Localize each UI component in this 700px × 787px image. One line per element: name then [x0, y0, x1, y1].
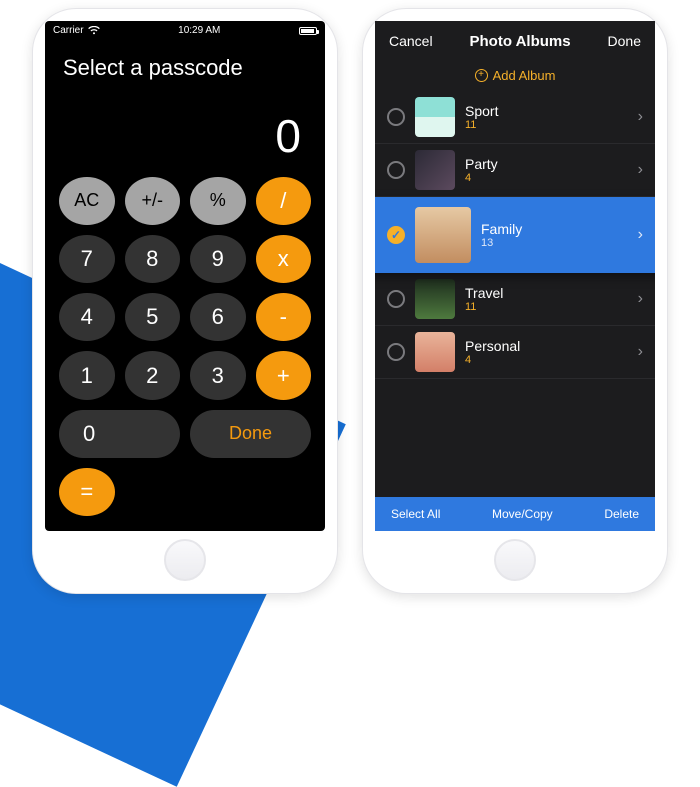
- status-bar: Carrier 10:29 AM: [45, 21, 325, 41]
- album-count: 4: [465, 172, 628, 184]
- select-radio[interactable]: [387, 290, 405, 308]
- chevron-right-icon: ›: [638, 108, 643, 126]
- album-info: Sport11: [465, 103, 628, 131]
- home-button[interactable]: [494, 539, 536, 581]
- chevron-right-icon: ›: [638, 226, 643, 244]
- select-all-button[interactable]: Select All: [391, 507, 440, 521]
- key-subtract[interactable]: -: [256, 293, 312, 341]
- battery-icon: [299, 27, 317, 35]
- cancel-button[interactable]: Cancel: [389, 33, 433, 49]
- album-name: Family: [481, 221, 628, 237]
- key-add[interactable]: +: [256, 351, 312, 399]
- key-3[interactable]: 3: [190, 351, 246, 399]
- album-name: Personal: [465, 338, 628, 354]
- key-0[interactable]: 0: [59, 410, 180, 458]
- album-thumbnail: [415, 279, 455, 319]
- status-time: 10:29 AM: [178, 25, 220, 36]
- albums-app: Cancel Photo Albums Done + Add Album Spo…: [375, 21, 655, 531]
- key-6[interactable]: 6: [190, 293, 246, 341]
- select-radio[interactable]: [387, 108, 405, 126]
- albums-toolbar: Select All Move/Copy Delete: [375, 497, 655, 531]
- key-divide[interactable]: /: [256, 177, 312, 225]
- album-info: Party4: [465, 156, 628, 184]
- album-count: 13: [481, 237, 628, 249]
- chevron-right-icon: ›: [638, 343, 643, 361]
- add-album-button[interactable]: + Add Album: [375, 62, 655, 91]
- chevron-right-icon: ›: [638, 290, 643, 308]
- key-2[interactable]: 2: [125, 351, 181, 399]
- home-button[interactable]: [164, 539, 206, 581]
- key-equals[interactable]: =: [59, 468, 115, 516]
- display-value: 0: [63, 109, 307, 163]
- phone-pair: Carrier 10:29 AM Select a passcode 0: [0, 0, 700, 601]
- plus-circle-icon: +: [475, 69, 488, 82]
- albums-header: Cancel Photo Albums Done: [375, 21, 655, 62]
- key-5[interactable]: 5: [125, 293, 181, 341]
- album-row-personal[interactable]: Personal4 ›: [375, 326, 655, 379]
- select-radio[interactable]: ✓: [387, 226, 405, 244]
- wifi-icon: [88, 26, 100, 35]
- calculator-keypad: AC +/- % / 7 8 9 x 4 5 6 - 1 2 3 + 0: [45, 167, 325, 531]
- key-4[interactable]: 4: [59, 293, 115, 341]
- album-name: Travel: [465, 285, 628, 301]
- album-info: Family13: [481, 221, 628, 249]
- album-name: Party: [465, 156, 628, 172]
- album-thumbnail: [415, 207, 471, 263]
- album-row-family[interactable]: ✓ Family13 ›: [375, 197, 655, 273]
- album-thumbnail: [415, 97, 455, 137]
- passcode-prompt: Select a passcode: [63, 55, 307, 81]
- key-7[interactable]: 7: [59, 235, 115, 283]
- key-1[interactable]: 1: [59, 351, 115, 399]
- album-info: Travel11: [465, 285, 628, 313]
- calculator-app: Carrier 10:29 AM Select a passcode 0: [45, 21, 325, 531]
- screen-title: Photo Albums: [470, 33, 571, 50]
- key-8[interactable]: 8: [125, 235, 181, 283]
- phone-albums: Cancel Photo Albums Done + Add Album Spo…: [362, 8, 668, 594]
- album-thumbnail: [415, 332, 455, 372]
- key-9[interactable]: 9: [190, 235, 246, 283]
- select-radio[interactable]: [387, 343, 405, 361]
- calculator-display: Select a passcode 0: [45, 41, 325, 167]
- album-row-party[interactable]: Party4 ›: [375, 144, 655, 197]
- key-ac[interactable]: AC: [59, 177, 115, 225]
- album-count: 4: [465, 354, 628, 366]
- key-sign[interactable]: +/-: [125, 177, 181, 225]
- album-name: Sport: [465, 103, 628, 119]
- album-row-sport[interactable]: Sport11 ›: [375, 91, 655, 144]
- album-info: Personal4: [465, 338, 628, 366]
- album-row-travel[interactable]: Travel11 ›: [375, 273, 655, 326]
- done-button[interactable]: Done: [608, 33, 641, 49]
- delete-button[interactable]: Delete: [604, 507, 639, 521]
- album-thumbnail: [415, 150, 455, 190]
- key-multiply[interactable]: x: [256, 235, 312, 283]
- album-count: 11: [465, 119, 628, 131]
- albums-list: Sport11›Party4›✓Family13›Travel11›Person…: [375, 91, 655, 497]
- select-radio[interactable]: [387, 161, 405, 179]
- phone-calculator: Carrier 10:29 AM Select a passcode 0: [32, 8, 338, 594]
- chevron-right-icon: ›: [638, 161, 643, 179]
- status-carrier: Carrier: [53, 25, 84, 36]
- key-done[interactable]: Done: [190, 410, 311, 458]
- album-count: 11: [465, 301, 628, 313]
- add-album-label: Add Album: [493, 68, 556, 83]
- move-copy-button[interactable]: Move/Copy: [492, 507, 553, 521]
- key-percent[interactable]: %: [190, 177, 246, 225]
